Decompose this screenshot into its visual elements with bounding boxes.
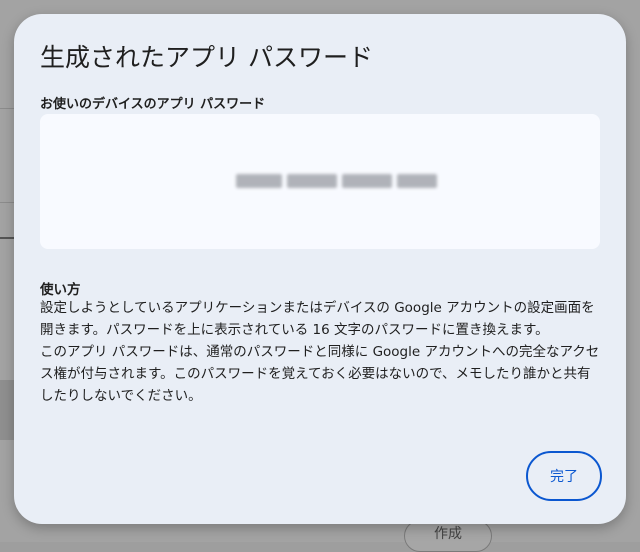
background-create-button: 作成 bbox=[404, 520, 492, 552]
background-divider bbox=[0, 108, 14, 109]
masked-password[interactable] bbox=[236, 174, 452, 190]
howto-paragraph: このアプリ パスワードは、通常のパスワードと同様に Google アカウントへの… bbox=[40, 344, 600, 404]
howto-paragraph: 設定しようとしているアプリケーションまたはデバイスの Google アカウントの… bbox=[40, 300, 595, 338]
password-display-box[interactable] bbox=[40, 114, 600, 249]
dialog-title: 生成されたアプリ パスワード bbox=[40, 43, 373, 72]
password-section-label: お使いのデバイスのアプリ パスワード bbox=[40, 97, 266, 112]
background-panel bbox=[0, 380, 14, 440]
howto-heading: 使い方 bbox=[40, 282, 81, 298]
app-password-dialog: 生成されたアプリ パスワード お使いのデバイスのアプリ パスワード 使い方 設定… bbox=[14, 14, 626, 524]
background-divider bbox=[0, 237, 14, 239]
howto-instructions: 設定しようとしているアプリケーションまたはデバイスの Google アカウントの… bbox=[40, 297, 600, 407]
done-button[interactable]: 完了 bbox=[526, 451, 602, 501]
background-divider bbox=[0, 202, 14, 203]
